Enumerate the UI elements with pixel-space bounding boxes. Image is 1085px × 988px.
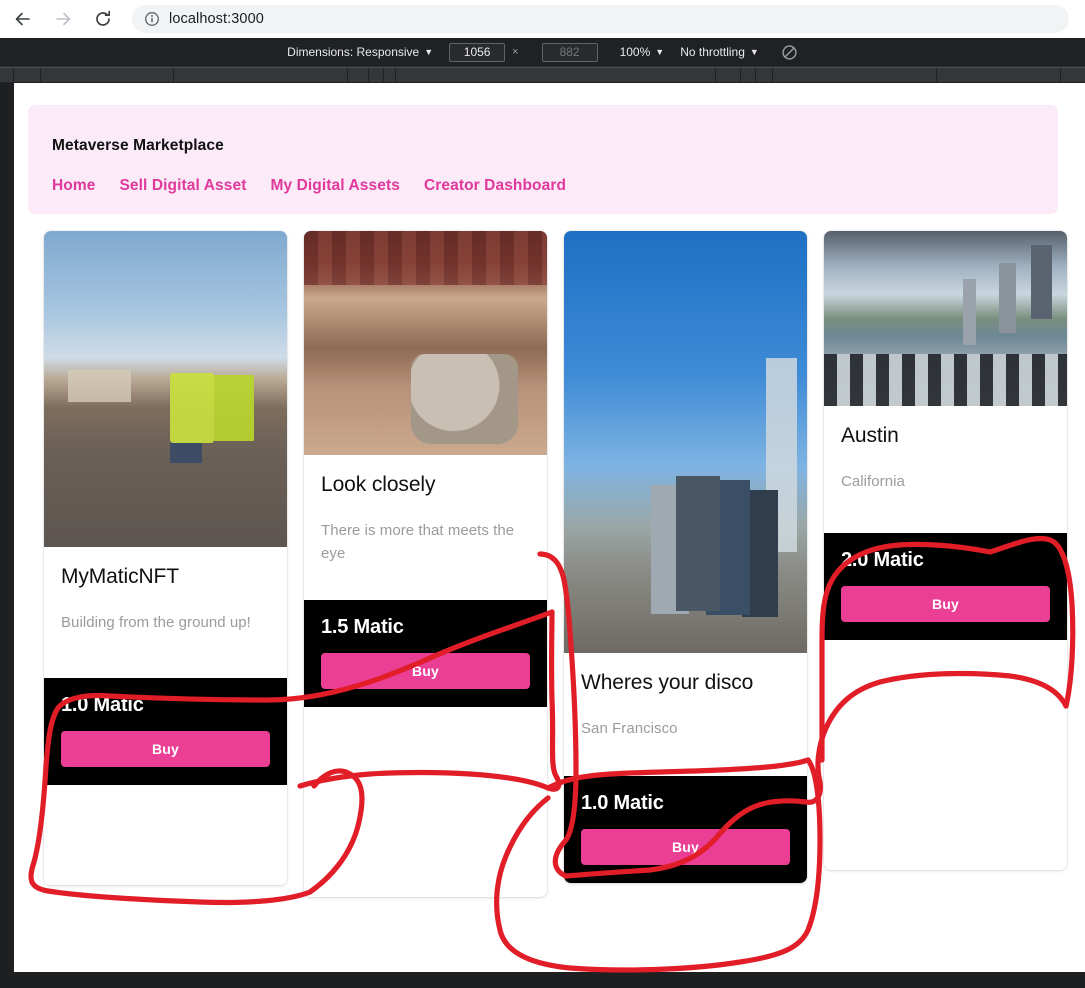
card-title: Look closely (321, 473, 436, 496)
info-circle-icon[interactable] (144, 11, 160, 27)
card-title: Austin (841, 424, 899, 447)
reload-icon (93, 9, 113, 29)
multiply-symbol: × (512, 46, 519, 58)
buy-button[interactable]: Buy (321, 652, 530, 689)
card-description: California (841, 473, 905, 491)
card-body: MyMaticNFT Building from the ground up! (44, 547, 287, 678)
card-footer: 1.0 Matic Buy (44, 678, 287, 786)
viewport-width-input[interactable]: 1056 (449, 42, 506, 62)
viewport-ruler (0, 67, 1085, 84)
card-title: MyMaticNFT (61, 565, 179, 588)
card-title: Wheres your disco (581, 671, 754, 694)
forward-button[interactable] (46, 2, 80, 36)
back-button[interactable] (6, 2, 40, 36)
browser-toolbar: localhost:3000 (0, 0, 1085, 38)
zoom-label: 100% (619, 45, 651, 59)
buy-button[interactable]: Buy (841, 586, 1050, 623)
zoom-dropdown[interactable]: 100% ▼ (620, 45, 665, 59)
construction-site-photo (44, 231, 287, 547)
screen: localhost:3000 Dimensions: Responsive ▼ … (0, 0, 1085, 988)
card-price: 1.0 Matic (61, 694, 144, 717)
card-description: San Francisco (581, 720, 678, 738)
dimensions-label: Dimensions: Responsive (287, 45, 420, 59)
dimensions-dropdown[interactable]: Dimensions: Responsive ▼ (287, 45, 433, 59)
buy-button[interactable]: Buy (581, 829, 790, 866)
forward-arrow-icon (53, 9, 73, 29)
chevron-down-icon: ▼ (655, 46, 665, 57)
card-footer: 1.5 Matic Buy (304, 599, 547, 707)
no-throttle-slash-icon[interactable] (781, 44, 798, 61)
reload-button[interactable] (86, 2, 120, 36)
nav-link-creator-dashboard[interactable]: Creator Dashboard (424, 177, 566, 195)
page-canvas: Metaverse Marketplace Home Sell Digital … (14, 83, 1085, 972)
austin-skyline-photo (824, 231, 1067, 406)
main-nav: Home Sell Digital Asset My Digital Asset… (52, 177, 1034, 195)
chevron-down-icon: ▼ (424, 46, 434, 57)
nav-link-home[interactable]: Home (52, 177, 95, 195)
nft-card[interactable]: Austin California 2.0 Matic Buy (824, 231, 1067, 871)
card-price: 1.0 Matic (581, 792, 664, 815)
nft-card[interactable]: Look closely There is more that meets th… (304, 231, 547, 897)
device-toolbar: Dimensions: Responsive ▼ 1056 × 882 100%… (0, 38, 1085, 67)
card-footer: 1.0 Matic Buy (564, 776, 807, 884)
san-francisco-skyline-photo (564, 231, 807, 653)
nav-link-sell-digital-asset[interactable]: Sell Digital Asset (119, 177, 246, 195)
address-bar-url: localhost:3000 (169, 11, 264, 27)
card-description: There is more that meets the eye (321, 522, 515, 563)
card-body: Austin California (824, 406, 1067, 533)
page-title: Metaverse Marketplace (52, 137, 224, 154)
throttling-label: No throttling (680, 45, 745, 59)
nft-card[interactable]: Wheres your disco San Francisco 1.0 Mati… (564, 231, 807, 884)
card-price: 1.5 Matic (321, 615, 404, 638)
site-header: Metaverse Marketplace Home Sell Digital … (28, 105, 1058, 214)
card-price: 2.0 Matic (841, 549, 924, 572)
card-body: Look closely There is more that meets th… (304, 455, 547, 600)
card-description: Building from the ground up! (61, 614, 251, 632)
card-footer: 2.0 Matic Buy (824, 533, 1067, 641)
back-arrow-icon (13, 9, 33, 29)
chevron-down-icon: ▼ (749, 46, 759, 57)
nav-link-my-digital-assets[interactable]: My Digital Assets (270, 177, 399, 195)
nft-card[interactable]: MyMaticNFT Building from the ground up! … (44, 231, 287, 886)
throttling-dropdown[interactable]: No throttling ▼ (680, 45, 759, 59)
card-body: Wheres your disco San Francisco (564, 653, 807, 776)
vintage-diner-car-painting (304, 231, 547, 455)
address-bar[interactable]: localhost:3000 (132, 5, 1069, 33)
buy-button[interactable]: Buy (61, 731, 270, 768)
viewport-height-input[interactable]: 882 (541, 42, 598, 62)
